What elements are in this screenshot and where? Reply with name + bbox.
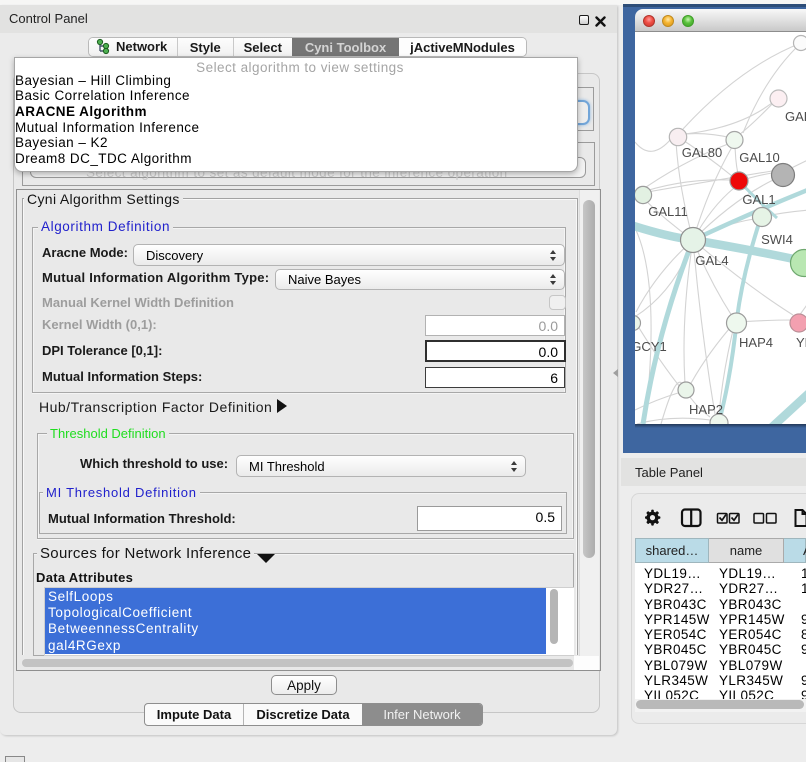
svg-text:HAP4: HAP4 bbox=[739, 335, 773, 350]
svg-text:GAL10: GAL10 bbox=[739, 150, 779, 165]
svg-text:YHR: YHR bbox=[796, 335, 806, 350]
svg-text:GAL2: GAL2 bbox=[785, 109, 806, 124]
svg-text:HAP2: HAP2 bbox=[689, 402, 723, 417]
svg-text:GAL4: GAL4 bbox=[695, 253, 728, 268]
svg-text:GCY1: GCY1 bbox=[635, 339, 667, 354]
svg-text:GAL11: GAL11 bbox=[648, 204, 688, 219]
svg-text:GAL80: GAL80 bbox=[682, 145, 722, 160]
svg-text:GAL1: GAL1 bbox=[742, 192, 775, 207]
svg-text:SWI4: SWI4 bbox=[761, 232, 793, 247]
